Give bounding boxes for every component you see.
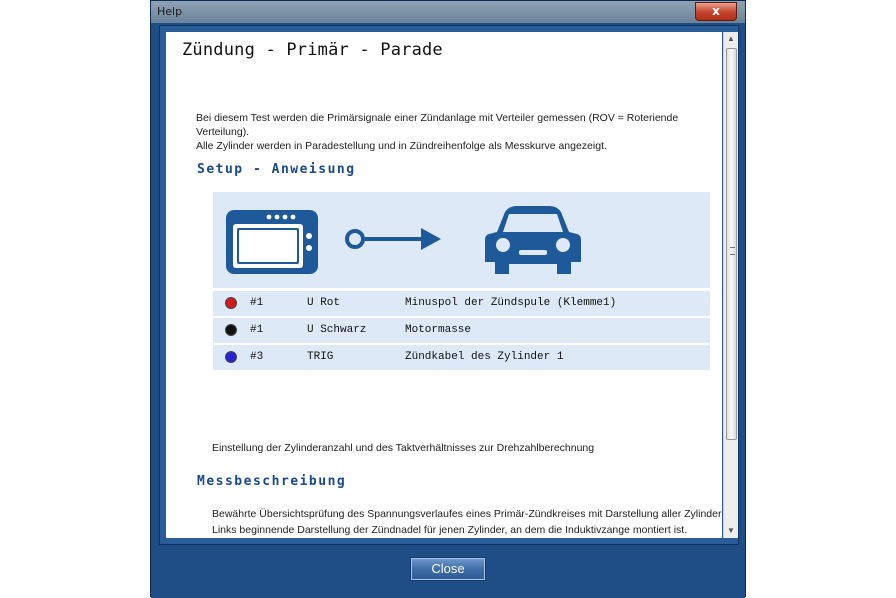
scroll-down-icon[interactable]: ▼	[724, 524, 738, 538]
connection-description: Minuspol der Zündspule (Klemme1)	[405, 297, 617, 309]
measure-line-2: Links beginnende Darstellung der Zündnad…	[212, 524, 688, 536]
vertical-scrollbar[interactable]: ▲ ▼	[723, 32, 738, 538]
grip-icon	[730, 247, 735, 255]
red-lead-icon	[225, 297, 237, 309]
measure-line-1: Bewährte Übersichtsprüfung des Spannungs…	[212, 508, 722, 520]
dialog-footer: Close	[151, 546, 745, 598]
intro-text: Bei diesem Test werden die Primärsignale…	[196, 111, 716, 153]
intro-line-2: Alle Zylinder werden in Paradestellung u…	[196, 140, 607, 152]
signal-label: U Rot	[307, 297, 341, 309]
channel-label: #1	[250, 297, 264, 309]
close-icon: x	[712, 4, 720, 18]
setup-heading: Setup - Anweisung	[197, 162, 356, 177]
connection-row: #1 U Schwarz Motormasse	[213, 318, 710, 343]
signal-label: U Schwarz	[307, 324, 367, 336]
window-close-button[interactable]: x	[695, 2, 737, 21]
connection-description: Zündkabel des Zylinder 1	[405, 351, 564, 363]
help-window: Help x Zündung - Primär - Parade Bei die…	[150, 0, 746, 598]
scrollbar-thumb[interactable]	[726, 48, 737, 440]
setup-note: Einstellung der Zylinderanzahl und des T…	[212, 442, 595, 454]
channel-label: #1	[250, 324, 264, 336]
window-title: Help	[157, 5, 183, 18]
black-lead-icon	[225, 324, 237, 336]
connection-row: #1 U Rot Minuspol der Zündspule (Klemme1…	[213, 291, 710, 316]
channel-label: #3	[250, 351, 264, 363]
scan-tool-device-icon	[226, 210, 318, 274]
blue-lead-icon	[225, 351, 237, 363]
scroll-up-icon[interactable]: ▲	[724, 32, 738, 46]
measure-heading: Messbeschreibung	[197, 474, 347, 489]
title-bar[interactable]: Help x	[151, 1, 745, 23]
connection-row: #3 TRIG Zündkabel des Zylinder 1	[213, 345, 710, 370]
help-content: Zündung - Primär - Parade Bei diesem Tes…	[166, 32, 722, 538]
signal-label: TRIG	[307, 351, 334, 363]
probe-arrow-icon	[345, 228, 441, 250]
page-title: Zündung - Primär - Parade	[182, 40, 443, 60]
connection-description: Motormasse	[405, 324, 472, 336]
setup-diagram	[213, 192, 710, 288]
close-button[interactable]: Close	[410, 557, 486, 581]
intro-line-1: Bei diesem Test werden die Primärsignale…	[196, 112, 679, 138]
content-frame: Zündung - Primär - Parade Bei diesem Tes…	[159, 25, 739, 545]
car-front-icon	[485, 206, 581, 274]
